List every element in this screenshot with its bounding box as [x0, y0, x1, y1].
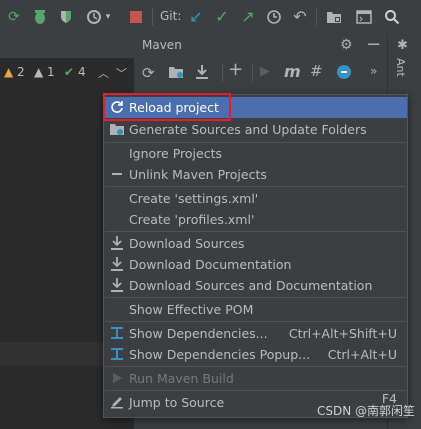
warning-count: 1 [47, 65, 55, 79]
menu-separator [105, 321, 406, 322]
editor-tab-bar [0, 34, 134, 59]
error-icon: ▲ [4, 65, 14, 79]
more-icon[interactable]: » [370, 64, 377, 78]
menu-item-label: Run Maven Build [129, 371, 234, 386]
context-menu: Reload project Generate Sources and Upda… [103, 94, 408, 418]
debug-icon[interactable] [32, 9, 48, 25]
generate-sources-icon [110, 122, 124, 136]
commit-icon[interactable]: ✓ [214, 9, 230, 25]
maven-title: Maven [142, 38, 182, 52]
chevron-up-icon[interactable]: ︿ [98, 65, 109, 81]
menu-item-label: Download Sources and Documentation [129, 278, 373, 293]
dependencies-icon [110, 326, 124, 340]
inspection-widget[interactable]: ▲ 2 ▲ 1 ✔ 4 ︿ ﹀ [0, 58, 134, 86]
coverage-icon[interactable] [58, 9, 74, 25]
maven-toolbar: ⟳ + ▶ m # » [134, 58, 387, 89]
minus-icon [110, 167, 124, 181]
error-count: 2 [17, 65, 25, 79]
menu-separator [105, 390, 406, 391]
maven-panel-header: Maven ⚙ − [134, 34, 387, 59]
update-project-icon[interactable]: ↙ [188, 9, 204, 25]
stop-icon[interactable] [128, 9, 144, 25]
menu-item-label: Download Sources [129, 236, 245, 251]
main-toolbar: ⟳ ▾ Git: ↙ ✓ ↗ ↶ [0, 0, 421, 35]
menu-item-label: Jump to Source [129, 395, 225, 410]
menu-item-label: Generate Sources and Update Folders [129, 122, 367, 137]
dependencies-icon [110, 347, 124, 361]
search-icon[interactable] [384, 9, 400, 25]
push-icon[interactable]: ↗ [240, 9, 256, 25]
watermark: CSDN @南郭闲笙 [316, 404, 415, 418]
menu-item-ignore-projects[interactable]: Ignore Projects [104, 143, 407, 164]
menu-item-show-dependencies[interactable]: Show Dependencies... Ctrl+Alt+Shift+U [104, 323, 407, 344]
ant-icon[interactable]: ✱ [397, 38, 408, 53]
chevron-down-icon[interactable]: ﹀ [116, 65, 127, 81]
annotation-highlight-box [103, 93, 231, 121]
menu-item-label: Show Dependencies Popup... [129, 347, 311, 362]
menu-item-label: Show Effective POM [129, 302, 254, 317]
menu-item-shortcut: Ctrl+Alt+U [327, 347, 397, 362]
menu-item-generate-sources[interactable]: Generate Sources and Update Folders [104, 119, 407, 140]
toggle-offline-icon[interactable]: # [310, 62, 323, 80]
menu-item-shortcut: Ctrl+Alt+Shift+U [288, 326, 397, 341]
download-icon [110, 278, 124, 292]
menu-item-label: Create 'profiles.xml' [129, 212, 255, 227]
minimize-icon[interactable]: − [366, 34, 381, 55]
menu-separator [105, 297, 406, 298]
run-icon[interactable]: ▶ [260, 64, 270, 79]
reload-icon[interactable]: ⟳ [142, 64, 155, 82]
download-icon [110, 236, 124, 250]
chevron-down-icon[interactable]: ▾ [104, 9, 112, 25]
edit-icon [110, 395, 124, 409]
menu-item-unlink-projects[interactable]: Unlink Maven Projects [104, 164, 407, 185]
gear-icon[interactable]: ⚙ [340, 37, 353, 53]
menu-item-create-profiles[interactable]: Create 'profiles.xml' [104, 209, 407, 230]
menu-item-run-maven-build: Run Maven Build [104, 368, 407, 389]
download-icon [110, 257, 124, 271]
menu-separator [105, 186, 406, 187]
git-label: Git: [160, 9, 182, 23]
menu-item-show-effective-pom[interactable]: Show Effective POM [104, 299, 407, 320]
menu-item-download-sources-and-documentation[interactable]: Download Sources and Documentation [104, 275, 407, 296]
warning-icon: ▲ [34, 65, 44, 79]
menu-item-show-dependencies-popup[interactable]: Show Dependencies Popup... Ctrl+Alt+U [104, 344, 407, 365]
profiler-icon[interactable] [86, 9, 102, 25]
project-structure-icon[interactable] [326, 9, 342, 25]
terminal-icon[interactable] [356, 9, 372, 25]
menu-item-label: Ignore Projects [129, 146, 222, 161]
history-icon[interactable] [266, 9, 282, 25]
menu-item-label: Create 'settings.xml' [129, 191, 259, 206]
download-icon[interactable] [194, 64, 210, 83]
menu-item-create-settings[interactable]: Create 'settings.xml' [104, 188, 407, 209]
menu-item-download-sources[interactable]: Download Sources [104, 233, 407, 254]
rollback-icon[interactable]: ↶ [292, 9, 308, 25]
ant-tab[interactable]: Ant [394, 58, 407, 77]
add-icon[interactable]: + [228, 59, 243, 80]
refresh-icon[interactable]: ⟳ [6, 9, 22, 25]
check-icon: ✔ [64, 65, 75, 79]
menu-item-label: Download Documentation [129, 257, 292, 272]
generate-sources-icon[interactable] [168, 64, 184, 83]
menu-item-label: Show Dependencies... [129, 326, 268, 341]
menu-separator [105, 231, 406, 232]
menu-item-label: Unlink Maven Projects [129, 167, 267, 182]
menu-separator [105, 366, 406, 367]
menu-item-download-documentation[interactable]: Download Documentation [104, 254, 407, 275]
pass-count: 4 [78, 65, 86, 79]
execute-goal-icon[interactable]: m [284, 62, 301, 81]
skip-tests-icon[interactable] [336, 64, 352, 83]
run-icon [110, 371, 124, 385]
